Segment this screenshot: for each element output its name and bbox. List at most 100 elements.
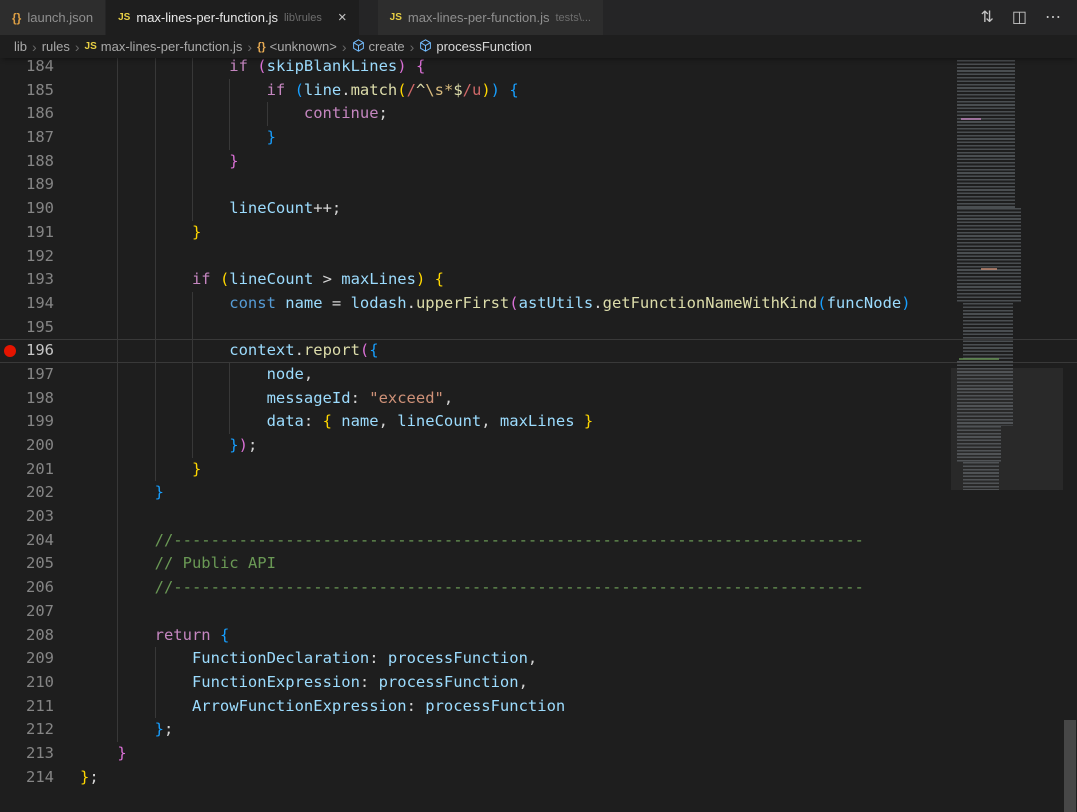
code-line-207[interactable]: 207 bbox=[0, 599, 1077, 624]
code-line-200[interactable]: 200 }); bbox=[0, 434, 1077, 458]
breadcrumb-item-create[interactable]: create bbox=[352, 38, 405, 55]
line-number[interactable]: 194 bbox=[22, 292, 54, 316]
line-number[interactable]: 196 bbox=[22, 339, 54, 363]
breakpoint-gutter[interactable] bbox=[0, 718, 22, 742]
code-line-201[interactable]: 201 } bbox=[0, 457, 1077, 482]
line-number[interactable]: 191 bbox=[22, 221, 54, 245]
line-number[interactable]: 202 bbox=[22, 481, 54, 505]
code-line-206[interactable]: 206 //----------------------------------… bbox=[0, 576, 1077, 600]
breakpoint-icon[interactable] bbox=[0, 339, 22, 363]
breakpoint-gutter[interactable] bbox=[0, 173, 22, 197]
code-line-212[interactable]: 212 }; bbox=[0, 718, 1077, 742]
line-number[interactable]: 188 bbox=[22, 150, 54, 174]
code-line-213[interactable]: 213 } bbox=[0, 742, 1077, 766]
tab-launch.json[interactable]: {} launch.json bbox=[0, 0, 107, 35]
code-line-184[interactable]: 184 if (skipBlankLines) { bbox=[0, 58, 1077, 79]
breakpoint-gutter[interactable] bbox=[0, 600, 22, 624]
code-line-198[interactable]: 198 messageId: "exceed", bbox=[0, 386, 1077, 411]
line-number[interactable]: 185 bbox=[22, 79, 54, 103]
line-number[interactable]: 212 bbox=[22, 718, 54, 742]
code-line-192[interactable]: 192 bbox=[0, 244, 1077, 269]
code-line-202[interactable]: 202 } bbox=[0, 481, 1077, 506]
line-number[interactable]: 186 bbox=[22, 102, 54, 126]
minimap-viewport-slider[interactable] bbox=[951, 368, 1063, 490]
open-changes-icon[interactable]: ⇅ bbox=[980, 9, 993, 26]
breakpoint-gutter[interactable] bbox=[0, 481, 22, 505]
code-line-205[interactable]: 205 // Public API bbox=[0, 552, 1077, 577]
line-number[interactable]: 192 bbox=[22, 245, 54, 269]
code-line-191[interactable]: 191 } bbox=[0, 220, 1077, 245]
breakpoint-gutter[interactable] bbox=[0, 102, 22, 126]
breakpoint-gutter[interactable] bbox=[0, 126, 22, 150]
code-line-199[interactable]: 199 data: { name, lineCount, maxLines } bbox=[0, 410, 1077, 435]
tab-max-lines-per-function.js[interactable]: JS max-lines-per-function.js lib\rules × bbox=[106, 0, 360, 35]
breakpoint-gutter[interactable] bbox=[0, 150, 22, 174]
breakpoint-gutter[interactable] bbox=[0, 624, 22, 648]
line-number[interactable]: 209 bbox=[22, 647, 54, 671]
breakpoint-gutter[interactable] bbox=[0, 387, 22, 411]
line-number[interactable]: 184 bbox=[22, 58, 54, 79]
code-line-194[interactable]: 194 const name = lodash.upperFirst(astUt… bbox=[0, 291, 1077, 316]
line-number[interactable]: 208 bbox=[22, 624, 54, 648]
breakpoint-gutter[interactable] bbox=[0, 742, 22, 766]
code-line-210[interactable]: 210 FunctionExpression: processFunction, bbox=[0, 670, 1077, 695]
code-line-197[interactable]: 197 node, bbox=[0, 362, 1077, 387]
breakpoint-gutter[interactable] bbox=[0, 316, 22, 340]
line-number[interactable]: 201 bbox=[22, 458, 54, 482]
code-line-185[interactable]: 185 if (line.match(/^\s*$/u)) { bbox=[0, 78, 1077, 103]
code-line-209[interactable]: 209 FunctionDeclaration: processFunction… bbox=[0, 647, 1077, 671]
line-number[interactable]: 214 bbox=[22, 766, 54, 790]
line-number[interactable]: 189 bbox=[22, 173, 54, 197]
scrollbar-thumb[interactable] bbox=[1064, 720, 1076, 812]
code-line-190[interactable]: 190 lineCount++; bbox=[0, 197, 1077, 221]
line-number[interactable]: 211 bbox=[22, 695, 54, 719]
line-number[interactable]: 213 bbox=[22, 742, 54, 766]
breakpoint-gutter[interactable] bbox=[0, 552, 22, 576]
line-number[interactable]: 197 bbox=[22, 363, 54, 387]
breakpoint-gutter[interactable] bbox=[0, 268, 22, 292]
breakpoint-gutter[interactable] bbox=[0, 410, 22, 434]
line-number[interactable]: 200 bbox=[22, 434, 54, 458]
breakpoint-gutter[interactable] bbox=[0, 221, 22, 245]
code-line-195[interactable]: 195 bbox=[0, 315, 1077, 340]
breakpoint-gutter[interactable] bbox=[0, 363, 22, 387]
vertical-scrollbar[interactable] bbox=[1063, 58, 1077, 812]
code-line-211[interactable]: 211 ArrowFunctionExpression: processFunc… bbox=[0, 694, 1077, 719]
breadcrumb-item--unknown-[interactable]: {} <unknown> bbox=[257, 39, 337, 54]
breakpoint-gutter[interactable] bbox=[0, 505, 22, 529]
line-number[interactable]: 199 bbox=[22, 410, 54, 434]
breakpoint-gutter[interactable] bbox=[0, 197, 22, 221]
code-line-196[interactable]: 196 context.report({ bbox=[0, 339, 1077, 363]
breakpoint-gutter[interactable] bbox=[0, 647, 22, 671]
breakpoint-gutter[interactable] bbox=[0, 576, 22, 600]
breadcrumb-item-max-lines-per-function-js[interactable]: JS max-lines-per-function.js bbox=[85, 39, 243, 54]
line-number[interactable]: 207 bbox=[22, 600, 54, 624]
split-editor-icon[interactable]: ◫ bbox=[1012, 9, 1027, 26]
line-number[interactable]: 193 bbox=[22, 268, 54, 292]
minimap[interactable] bbox=[951, 58, 1063, 812]
line-number[interactable]: 204 bbox=[22, 529, 54, 553]
code-line-203[interactable]: 203 bbox=[0, 505, 1077, 529]
breakpoint-gutter[interactable] bbox=[0, 79, 22, 103]
tab-max-lines-per-function.js[interactable]: JS max-lines-per-function.js tests\... bbox=[377, 0, 604, 35]
code-line-187[interactable]: 187 } bbox=[0, 126, 1077, 150]
breakpoint-gutter[interactable] bbox=[0, 529, 22, 553]
breakpoint-gutter[interactable] bbox=[0, 434, 22, 458]
breakpoint-gutter[interactable] bbox=[0, 671, 22, 695]
breakpoint-gutter[interactable] bbox=[0, 766, 22, 790]
line-number[interactable]: 198 bbox=[22, 387, 54, 411]
breadcrumb-item-processFunction[interactable]: processFunction bbox=[419, 38, 532, 55]
code-line-214[interactable]: 214}; bbox=[0, 766, 1077, 790]
code-line-204[interactable]: 204 //----------------------------------… bbox=[0, 528, 1077, 553]
breadcrumb-item-lib[interactable]: lib bbox=[14, 39, 27, 54]
line-number[interactable]: 210 bbox=[22, 671, 54, 695]
line-number[interactable]: 190 bbox=[22, 197, 54, 221]
line-number[interactable]: 203 bbox=[22, 505, 54, 529]
code-line-193[interactable]: 193 if (lineCount > maxLines) { bbox=[0, 268, 1077, 292]
line-number[interactable]: 205 bbox=[22, 552, 54, 576]
line-number[interactable]: 206 bbox=[22, 576, 54, 600]
breakpoint-gutter[interactable] bbox=[0, 695, 22, 719]
code-line-189[interactable]: 189 bbox=[0, 173, 1077, 198]
breakpoint-gutter[interactable] bbox=[0, 245, 22, 269]
more-actions-icon[interactable]: ⋯ bbox=[1045, 9, 1061, 26]
